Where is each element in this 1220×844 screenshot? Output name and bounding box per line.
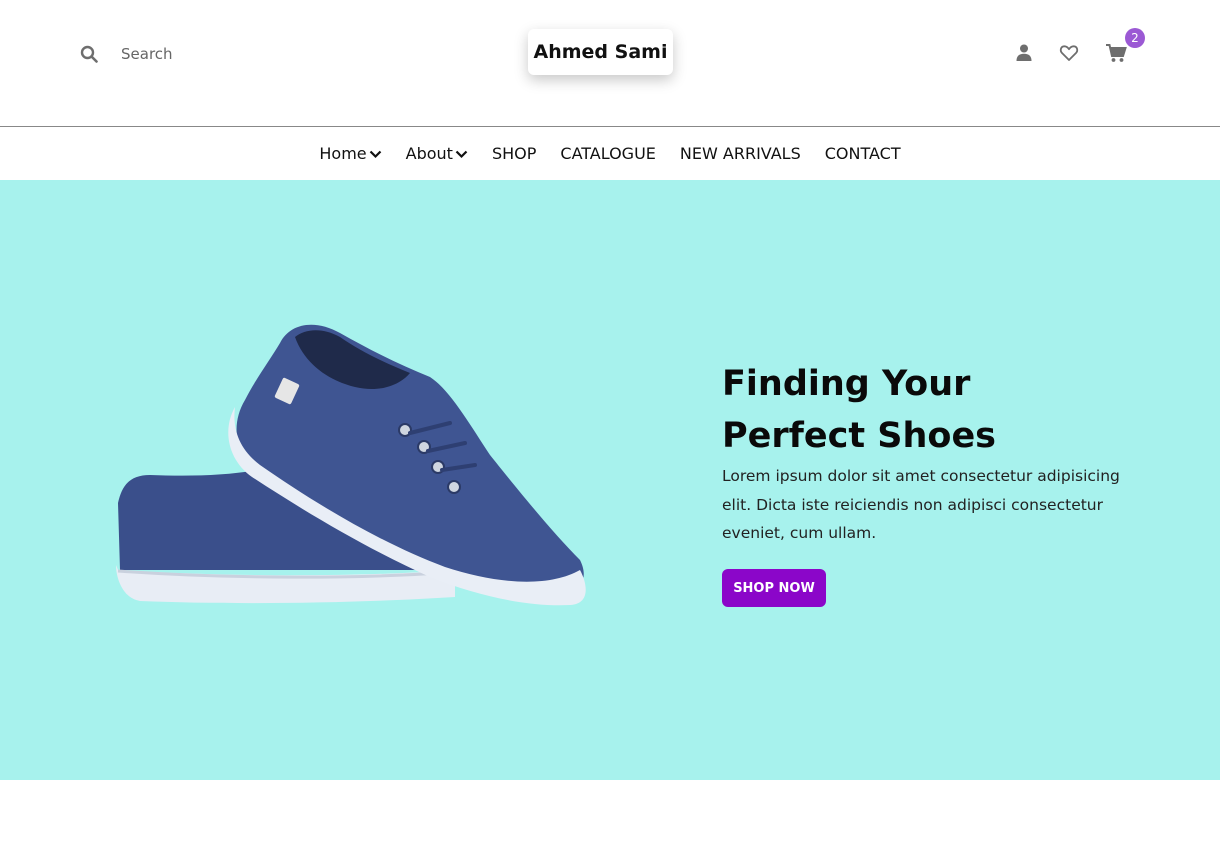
search-bar: [80, 42, 301, 66]
hero-title-line: Finding Your: [722, 364, 971, 404]
hero-description-line: eveniet, cum ullam.: [722, 524, 877, 542]
chevron-down-icon: [369, 150, 381, 158]
cart-count-badge: 2: [1125, 28, 1145, 48]
hero-description: Lorem ipsum dolor sit amet consectetur a…: [722, 462, 1122, 548]
hero-title: Finding Your Perfect Shoes: [722, 358, 1122, 462]
nav-item-new-arrivals[interactable]: NEW ARRIVALS: [680, 144, 801, 163]
cart-icon[interactable]: [1105, 42, 1127, 64]
nav-item-contact[interactable]: CONTACT: [825, 144, 901, 163]
shoes-image: [116, 324, 586, 606]
nav-item-catalogue[interactable]: CATALOGUE: [560, 144, 656, 163]
chevron-down-icon: [455, 150, 468, 158]
nav-item-label: Home: [319, 144, 367, 163]
shop-now-button[interactable]: SHOP NOW: [722, 569, 826, 607]
site-logo[interactable]: Ahmed Sami: [528, 29, 673, 75]
nav-item-shop[interactable]: SHOP: [492, 144, 536, 163]
nav-item-home[interactable]: Home: [319, 144, 381, 163]
main-nav: Home About SHOP CATALOGUE NEW ARRIVALS C…: [0, 127, 1220, 180]
hero-title-line: Perfect Shoes: [722, 416, 997, 456]
hero-content: Finding Your Perfect Shoes Lorem ipsum d…: [722, 358, 1122, 548]
user-icon[interactable]: [1013, 42, 1035, 64]
nav-item-label: About: [405, 144, 453, 163]
hero-description-line: Lorem ipsum dolor sit amet consectetur a…: [722, 467, 1120, 485]
search-input[interactable]: [121, 45, 301, 63]
search-icon[interactable]: [80, 45, 98, 63]
hero-banner: Finding Your Perfect Shoes Lorem ipsum d…: [0, 180, 1220, 780]
heart-icon[interactable]: [1058, 42, 1080, 64]
site-header: Ahmed Sami 2: [0, 0, 1220, 126]
hero-description-line: elit. Dicta iste reiciendis non adipisci…: [722, 495, 1104, 514]
nav-item-about[interactable]: About: [406, 144, 468, 163]
